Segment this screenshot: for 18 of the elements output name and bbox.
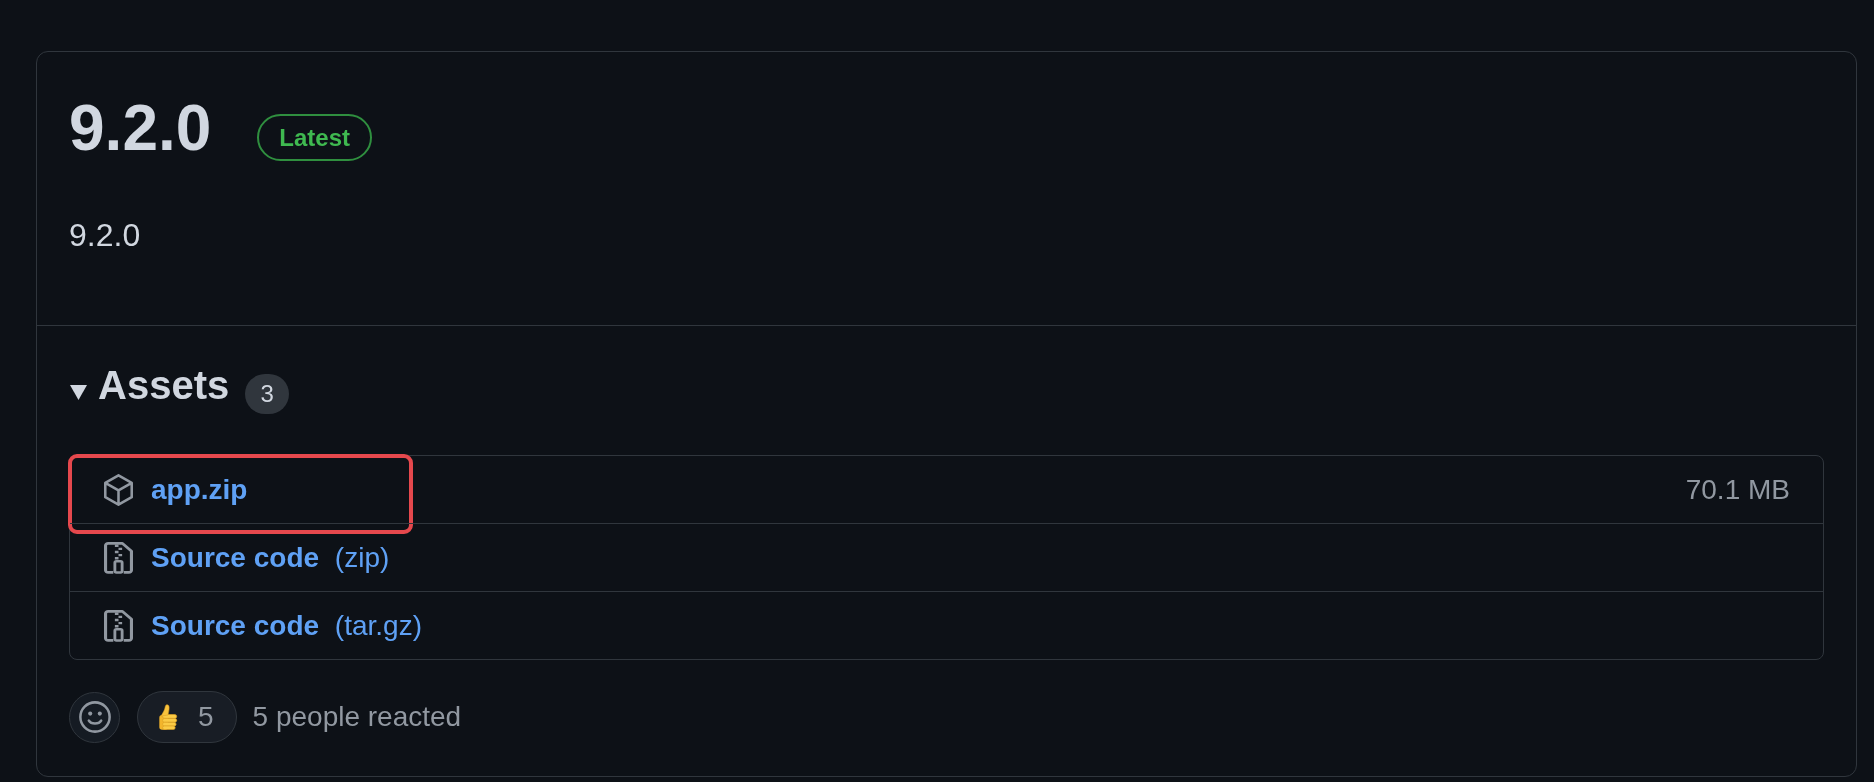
- zip-file-icon: [104, 609, 133, 642]
- cube-icon: [104, 473, 133, 506]
- zip-file-icon: [104, 541, 133, 574]
- asset-link[interactable]: app.zip: [151, 473, 248, 506]
- assets-heading: Assets: [98, 362, 230, 409]
- smiley-icon: [78, 701, 111, 733]
- release-notes: 9.2.0: [69, 216, 142, 255]
- reaction-button[interactable]: 5: [137, 691, 237, 743]
- file-size: 70.1 MB: [1685, 473, 1790, 506]
- release-title: 9.2.0: [69, 91, 212, 166]
- caret-icon[interactable]: [70, 385, 87, 400]
- add-reaction-button[interactable]: [69, 691, 120, 743]
- asset-link[interactable]: Source code (zip): [151, 541, 390, 574]
- asset-link[interactable]: Source code (tar.gz): [151, 609, 422, 642]
- thumbs-up-icon: [156, 704, 180, 730]
- asset-count: 3: [245, 374, 290, 414]
- release-badge: Latest: [257, 114, 373, 161]
- reactions-summary: 5 people reacted: [252, 701, 462, 733]
